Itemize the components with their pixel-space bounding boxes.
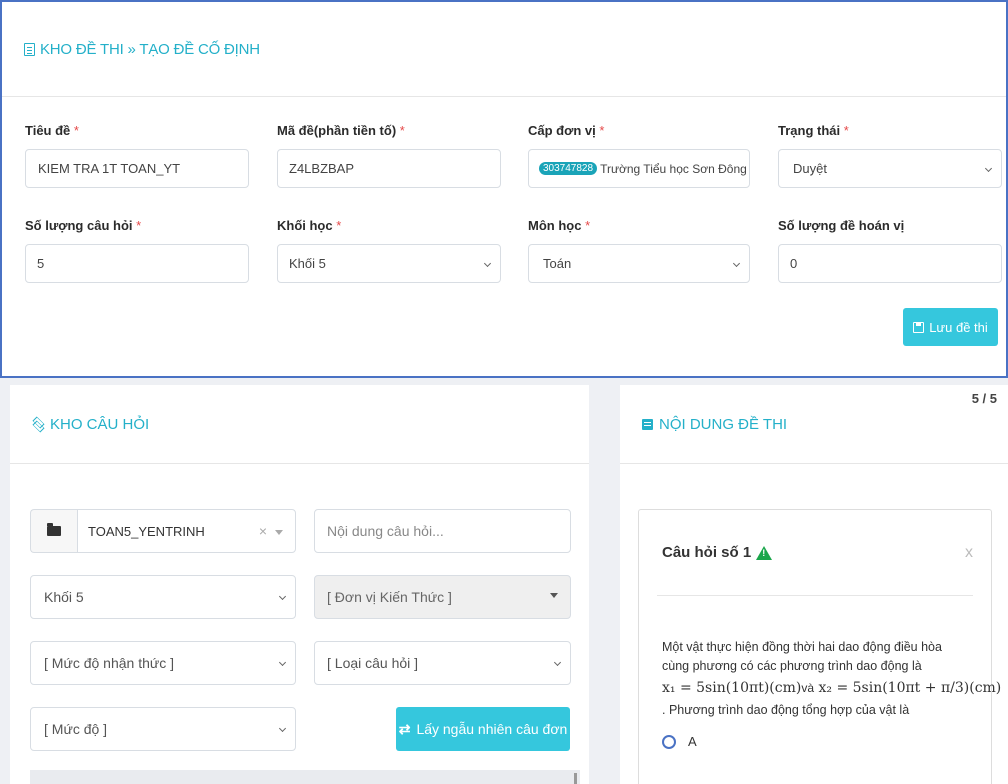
- difficulty-select[interactable]: [ Mức độ ]: [30, 707, 296, 751]
- subject-field: Môn học * Toán: [528, 218, 750, 283]
- equation-1: x₁ = 5sin(10πt)(cm): [662, 680, 802, 696]
- bank-select[interactable]: TOAN5_YENTRINH ×: [77, 509, 296, 553]
- question-type-select[interactable]: [ Loại câu hỏi ]: [314, 641, 571, 685]
- permutation-input[interactable]: 0: [778, 244, 1002, 283]
- status-select[interactable]: Duyệt: [778, 149, 1002, 188]
- unit-label: Cấp đơn vị *: [528, 123, 605, 138]
- title-field: Tiêu đề * KIEM TRA 1T TOAN_YT: [25, 123, 249, 188]
- breadcrumb: KHO ĐỀ THI » TẠO ĐỀ CỐ ĐỊNH: [24, 41, 260, 58]
- level-field: [ Mức độ ]: [30, 707, 296, 751]
- exam-content-panel: NỘI DUNG ĐỀ THI 5 / 5 Câu hỏi số 1 x Một…: [620, 385, 1008, 784]
- knowledge-unit-select[interactable]: [ Đơn vị Kiến Thức ]: [314, 575, 571, 619]
- remove-question-button[interactable]: x: [965, 544, 973, 562]
- unit-field: Cấp đơn vị * 303747828 Trường Tiểu học S…: [528, 123, 750, 188]
- qcount-label: Số lượng câu hỏi *: [25, 218, 142, 233]
- bank-grade-field: Khối 5: [30, 575, 296, 619]
- question-card-header: Câu hỏi số 1 x: [657, 510, 973, 596]
- equation-join: và: [801, 681, 815, 695]
- title-label: Tiêu đề *: [25, 123, 79, 138]
- chevron-down-icon: [984, 164, 993, 173]
- breadcrumb-text: KHO ĐỀ THI » TẠO ĐỀ CỐ ĐỊNH: [40, 40, 260, 58]
- code-label: Mã đề(phần tiền tố) *: [277, 123, 405, 138]
- equation-2: x₂ = 5sin(10πt + π/3)(cm): [818, 680, 1002, 696]
- exam-form-panel: KHO ĐỀ THI » TẠO ĐỀ CỐ ĐỊNH Tiêu đề * KI…: [0, 0, 1008, 378]
- question-list-scrollbar[interactable]: [30, 770, 580, 784]
- grade-select[interactable]: Khối 5: [277, 244, 501, 283]
- caret-down-icon: [275, 530, 283, 535]
- subject-label: Môn học *: [528, 218, 591, 233]
- option-a[interactable]: A: [662, 732, 967, 751]
- cognition-field: [ Mức độ nhận thức ]: [30, 641, 296, 685]
- question-search-input[interactable]: Nội dung câu hỏi...: [314, 509, 571, 553]
- chevron-down-icon: [278, 724, 287, 733]
- floppy-disk-icon: [913, 321, 925, 333]
- question-count: 5 / 5: [971, 391, 997, 406]
- question-bank-header: KHO CÂU HỎI: [10, 385, 589, 464]
- question-bank-panel: KHO CÂU HỎI TOAN5_YENTRINH × Nội dung câ…: [10, 385, 589, 784]
- code-input[interactable]: Z4LBZBAP: [277, 149, 501, 188]
- status-label: Trạng thái *: [778, 123, 849, 138]
- document-icon: [24, 42, 35, 56]
- random-question-button[interactable]: ⇄ Lấy ngẫu nhiên câu đơn: [396, 707, 570, 751]
- shuffle-icon: ⇄: [398, 720, 411, 737]
- knowledge-field: [ Đơn vị Kiến Thức ]: [314, 575, 571, 619]
- panel-header: KHO ĐỀ THI » TẠO ĐỀ CỐ ĐỊNH: [2, 2, 1006, 97]
- chevron-down-icon: [553, 658, 562, 667]
- warning-icon: [756, 545, 773, 560]
- qcount-input[interactable]: 5: [25, 244, 249, 283]
- status-field: Trạng thái * Duyệt: [778, 123, 1002, 188]
- qcount-field: Số lượng câu hỏi * 5: [25, 218, 249, 283]
- grade-label: Khối học *: [277, 218, 342, 233]
- chevron-down-icon: [483, 259, 492, 268]
- folder-button[interactable]: [30, 509, 77, 553]
- question-title: Câu hỏi số 1: [662, 544, 773, 561]
- qtype-field: [ Loại câu hỏi ]: [314, 641, 571, 685]
- subject-select[interactable]: Toán: [528, 244, 750, 283]
- question-card: Câu hỏi số 1 x Một vật thực hiện đồng th…: [638, 509, 1001, 784]
- question-bank-title: KHO CÂU HỎI: [32, 416, 149, 433]
- list-icon: [642, 418, 653, 430]
- bank-grade-select[interactable]: Khối 5: [30, 575, 296, 619]
- chevron-down-icon: [278, 592, 287, 601]
- grade-field: Khối học * Khối 5: [277, 218, 501, 283]
- question-body: Một vật thực hiện đồng thời hai dao động…: [639, 596, 1001, 751]
- save-exam-button[interactable]: Lưu đề thi: [903, 308, 998, 346]
- exam-content-title: NỘI DUNG ĐỀ THI: [642, 416, 787, 433]
- chevron-down-icon: [278, 658, 287, 667]
- layers-icon: [32, 418, 44, 430]
- unit-select[interactable]: 303747828 Trường Tiểu học Sơn Đông: [528, 149, 750, 188]
- code-field: Mã đề(phần tiền tố) * Z4LBZBAP: [277, 123, 501, 188]
- clear-icon[interactable]: ×: [259, 523, 267, 539]
- unit-code-badge: 303747828: [539, 162, 598, 175]
- equation-line: x₁ = 5sin(10πt)(cm)và x₂ = 5sin(10πt + π…: [662, 679, 1001, 698]
- search-field: Nội dung câu hỏi...: [314, 509, 571, 553]
- question-tail: . Phương trình dao động tổng hợp của vật…: [662, 703, 910, 717]
- exam-content-header: NỘI DUNG ĐỀ THI 5 / 5: [620, 385, 1008, 464]
- cognition-level-select[interactable]: [ Mức độ nhận thức ]: [30, 641, 296, 685]
- caret-down-icon: [550, 593, 558, 598]
- chevron-down-icon: [732, 259, 741, 268]
- folder-open-icon: [47, 523, 61, 536]
- permutation-label: Số lượng đề hoán vị: [778, 218, 905, 233]
- radio-button[interactable]: [662, 734, 676, 749]
- permutation-field: Số lượng đề hoán vị 0: [778, 218, 1002, 283]
- title-input[interactable]: KIEM TRA 1T TOAN_YT: [25, 149, 249, 188]
- question-text: Một vật thực hiện đồng thời hai dao động…: [662, 640, 942, 673]
